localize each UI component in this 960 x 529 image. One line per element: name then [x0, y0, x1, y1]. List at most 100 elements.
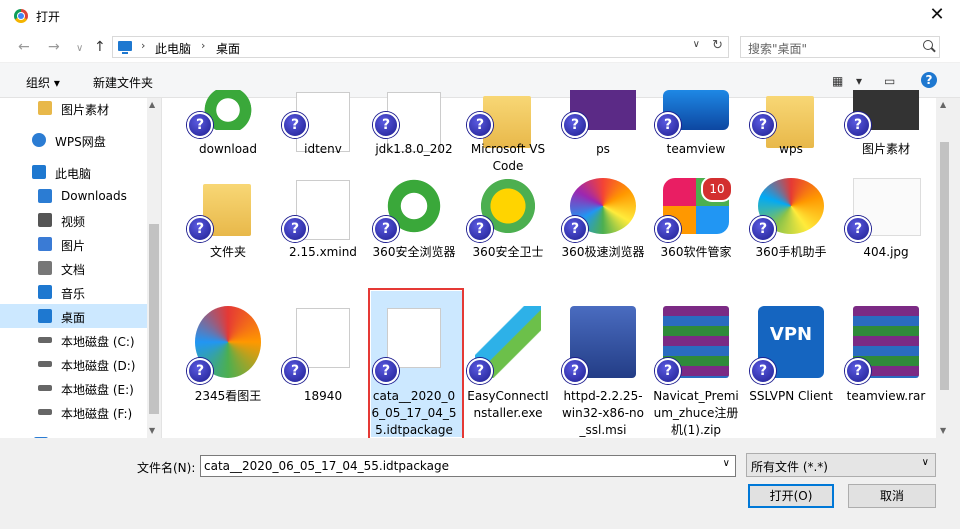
new-folder-button[interactable]: 新建文件夹: [93, 74, 153, 91]
scroll-down-icon[interactable]: ▼: [940, 426, 946, 435]
file-name: 2.15.xmind: [289, 245, 357, 259]
sidebar-item[interactable]: 桌面: [0, 304, 148, 328]
sidebar-item[interactable]: 视频: [0, 208, 148, 232]
sidebar-scroll-thumb[interactable]: [149, 224, 159, 414]
filetype-value: 所有文件 (*.*): [751, 460, 828, 474]
unknown-file-badge-icon: ?: [655, 358, 681, 384]
file-name: teamview.rar: [846, 389, 926, 403]
filename-dropdown-icon[interactable]: ∨: [723, 458, 730, 469]
file-item[interactable]: ? 404.jpg: [843, 178, 929, 300]
cancel-button[interactable]: 取消: [848, 484, 936, 508]
file-item[interactable]: ? 360手机助手: [748, 178, 834, 300]
sidebar-item[interactable]: 本地磁盘 (F:): [0, 400, 148, 424]
filename-value[interactable]: cata__2020_06_05_17_04_55.idtpackage: [204, 459, 449, 473]
file-name: wps: [779, 142, 803, 156]
sidebar-item[interactable]: 音乐: [0, 280, 148, 304]
file-name: jdk1.8.0_202: [375, 142, 453, 156]
unknown-file-badge-icon: ?: [845, 112, 871, 138]
file-name: 360极速浏览器: [561, 245, 645, 259]
sidebar-item[interactable]: Downloads: [0, 184, 148, 208]
sidebar-item-label: Downloads: [61, 189, 127, 203]
file-name: 360软件管家: [660, 245, 732, 259]
file-item[interactable]: 10? 360软件管家: [653, 176, 739, 300]
music-icon: [38, 285, 52, 299]
breadcrumb-separator: ›: [141, 39, 146, 52]
address-dropdown-icon[interactable]: ∨: [693, 39, 700, 50]
unknown-file-badge-icon: ?: [373, 216, 399, 242]
sidebar-item[interactable]: 图片素材: [0, 98, 148, 120]
unknown-file-badge-icon: ?: [282, 216, 308, 242]
help-icon[interactable]: ?: [921, 72, 937, 88]
vpn-logo-text: VPN: [769, 324, 813, 345]
file-name: 360安全卫士: [472, 245, 544, 259]
file-item[interactable]: ? 18940: [280, 300, 366, 422]
file-item[interactable]: VPN? SSLVPN Client: [748, 300, 834, 422]
file-item[interactable]: ? EasyConnectInstaller.exe: [465, 300, 551, 422]
sidebar-item[interactable]: 文档: [0, 256, 148, 280]
file-name: 文件夹: [209, 245, 246, 259]
file-item[interactable]: ? Navicat_Premium_zhuce注册机(1).zip: [653, 300, 739, 437]
window-title: 打开: [36, 10, 61, 24]
sidebar-item[interactable]: 图片: [0, 232, 148, 256]
sidebar-item-label: 本地磁盘 (C:): [61, 335, 135, 349]
navigation-pane: 图片素材 WPS网盘此电脑 Downloads 视频 图片 文档 音乐桌面本地磁盘 (C:)…: [0, 98, 162, 438]
search-icon[interactable]: [923, 40, 933, 50]
filename-input[interactable]: cata__2020_06_05_17_04_55.idtpackage ∨: [200, 455, 736, 477]
search-input[interactable]: 搜索"桌面": [740, 36, 940, 58]
content-scrollbar[interactable]: ▲ ▼: [936, 98, 953, 438]
view-dropdown-icon[interactable]: ▾: [856, 74, 862, 88]
file-item[interactable]: ? 360安全卫士: [465, 178, 551, 300]
organize-menu[interactable]: 组织 ▾: [26, 74, 60, 91]
unknown-file-badge-icon: ?: [467, 112, 493, 138]
refresh-icon[interactable]: ↻: [712, 38, 723, 53]
sidebar-item[interactable]: 本地磁盘 (C:): [0, 328, 148, 352]
scroll-up-icon[interactable]: ▲: [149, 100, 155, 109]
sidebar-item[interactable]: 本地磁盘 (D:): [0, 352, 148, 376]
file-item[interactable]: ? teamview.rar: [843, 300, 929, 422]
file-item[interactable]: ? httpd-2.2.25-win32-x86-no_ssl.msi: [560, 300, 646, 437]
folder-icon: [38, 101, 52, 115]
filetype-select[interactable]: 所有文件 (*.*) ∨: [746, 453, 936, 477]
document-icon: [38, 261, 52, 275]
sidebar-item-label: 本地磁盘 (E:): [61, 383, 134, 397]
up-button[interactable]: ↑: [94, 39, 106, 55]
file-item[interactable]: ? 2345看图王: [185, 300, 271, 422]
close-button[interactable]: ✕: [914, 0, 960, 32]
scroll-up-icon[interactable]: ▲: [940, 100, 946, 109]
filename-label: 文件名(N):: [137, 461, 196, 475]
scroll-down-icon[interactable]: ▼: [149, 426, 155, 435]
view-icon[interactable]: ▦: [832, 74, 843, 88]
file-name: Microsoft VS Code: [470, 142, 546, 173]
computer-icon: [118, 41, 132, 54]
breadcrumb-desktop[interactable]: 桌面: [216, 40, 240, 57]
content-scroll-thumb[interactable]: [940, 142, 949, 390]
sidebar-scrollbar[interactable]: ▲ ▼: [147, 98, 161, 438]
open-button[interactable]: 打开(O): [748, 484, 834, 508]
sidebar-item[interactable]: 此电脑: [0, 160, 148, 184]
file-item[interactable]: ? 文件夹: [185, 178, 271, 300]
file-item[interactable]: ? 2.15.xmind: [280, 178, 366, 300]
breadcrumb-this-pc[interactable]: 此电脑: [155, 40, 191, 57]
sidebar-item[interactable]: WPS网盘: [0, 128, 148, 152]
unknown-file-badge-icon: ?: [845, 358, 871, 384]
highlight-annotation-box: [368, 288, 464, 440]
unknown-file-badge-icon: ?: [750, 112, 776, 138]
title-bar: 打开 ✕: [0, 0, 960, 32]
drive-icon: [38, 385, 52, 391]
desktop-icon: [38, 309, 52, 323]
back-button[interactable]: ←: [18, 39, 30, 55]
recent-locations-button[interactable]: ∨: [76, 41, 83, 57]
sidebar-item-label: 图片素材: [61, 103, 110, 117]
forward-button[interactable]: →: [48, 39, 60, 55]
filetype-dropdown-icon[interactable]: ∨: [922, 457, 929, 468]
preview-pane-icon[interactable]: ▭: [884, 74, 895, 88]
computer-icon: [32, 165, 46, 179]
sidebar-item[interactable]: 本地磁盘 (E:): [0, 376, 148, 400]
sidebar-item-label: 本地磁盘 (D:): [61, 359, 136, 373]
drive-icon: [38, 337, 52, 343]
address-bar[interactable]: › 此电脑 › 桌面 ∨ ↻: [112, 36, 729, 58]
sidebar-item-label: 桌面: [61, 311, 86, 325]
file-item[interactable]: ? 360极速浏览器: [560, 178, 646, 300]
drive-icon: [38, 409, 52, 415]
file-item[interactable]: ? 360安全浏览器: [371, 178, 457, 300]
